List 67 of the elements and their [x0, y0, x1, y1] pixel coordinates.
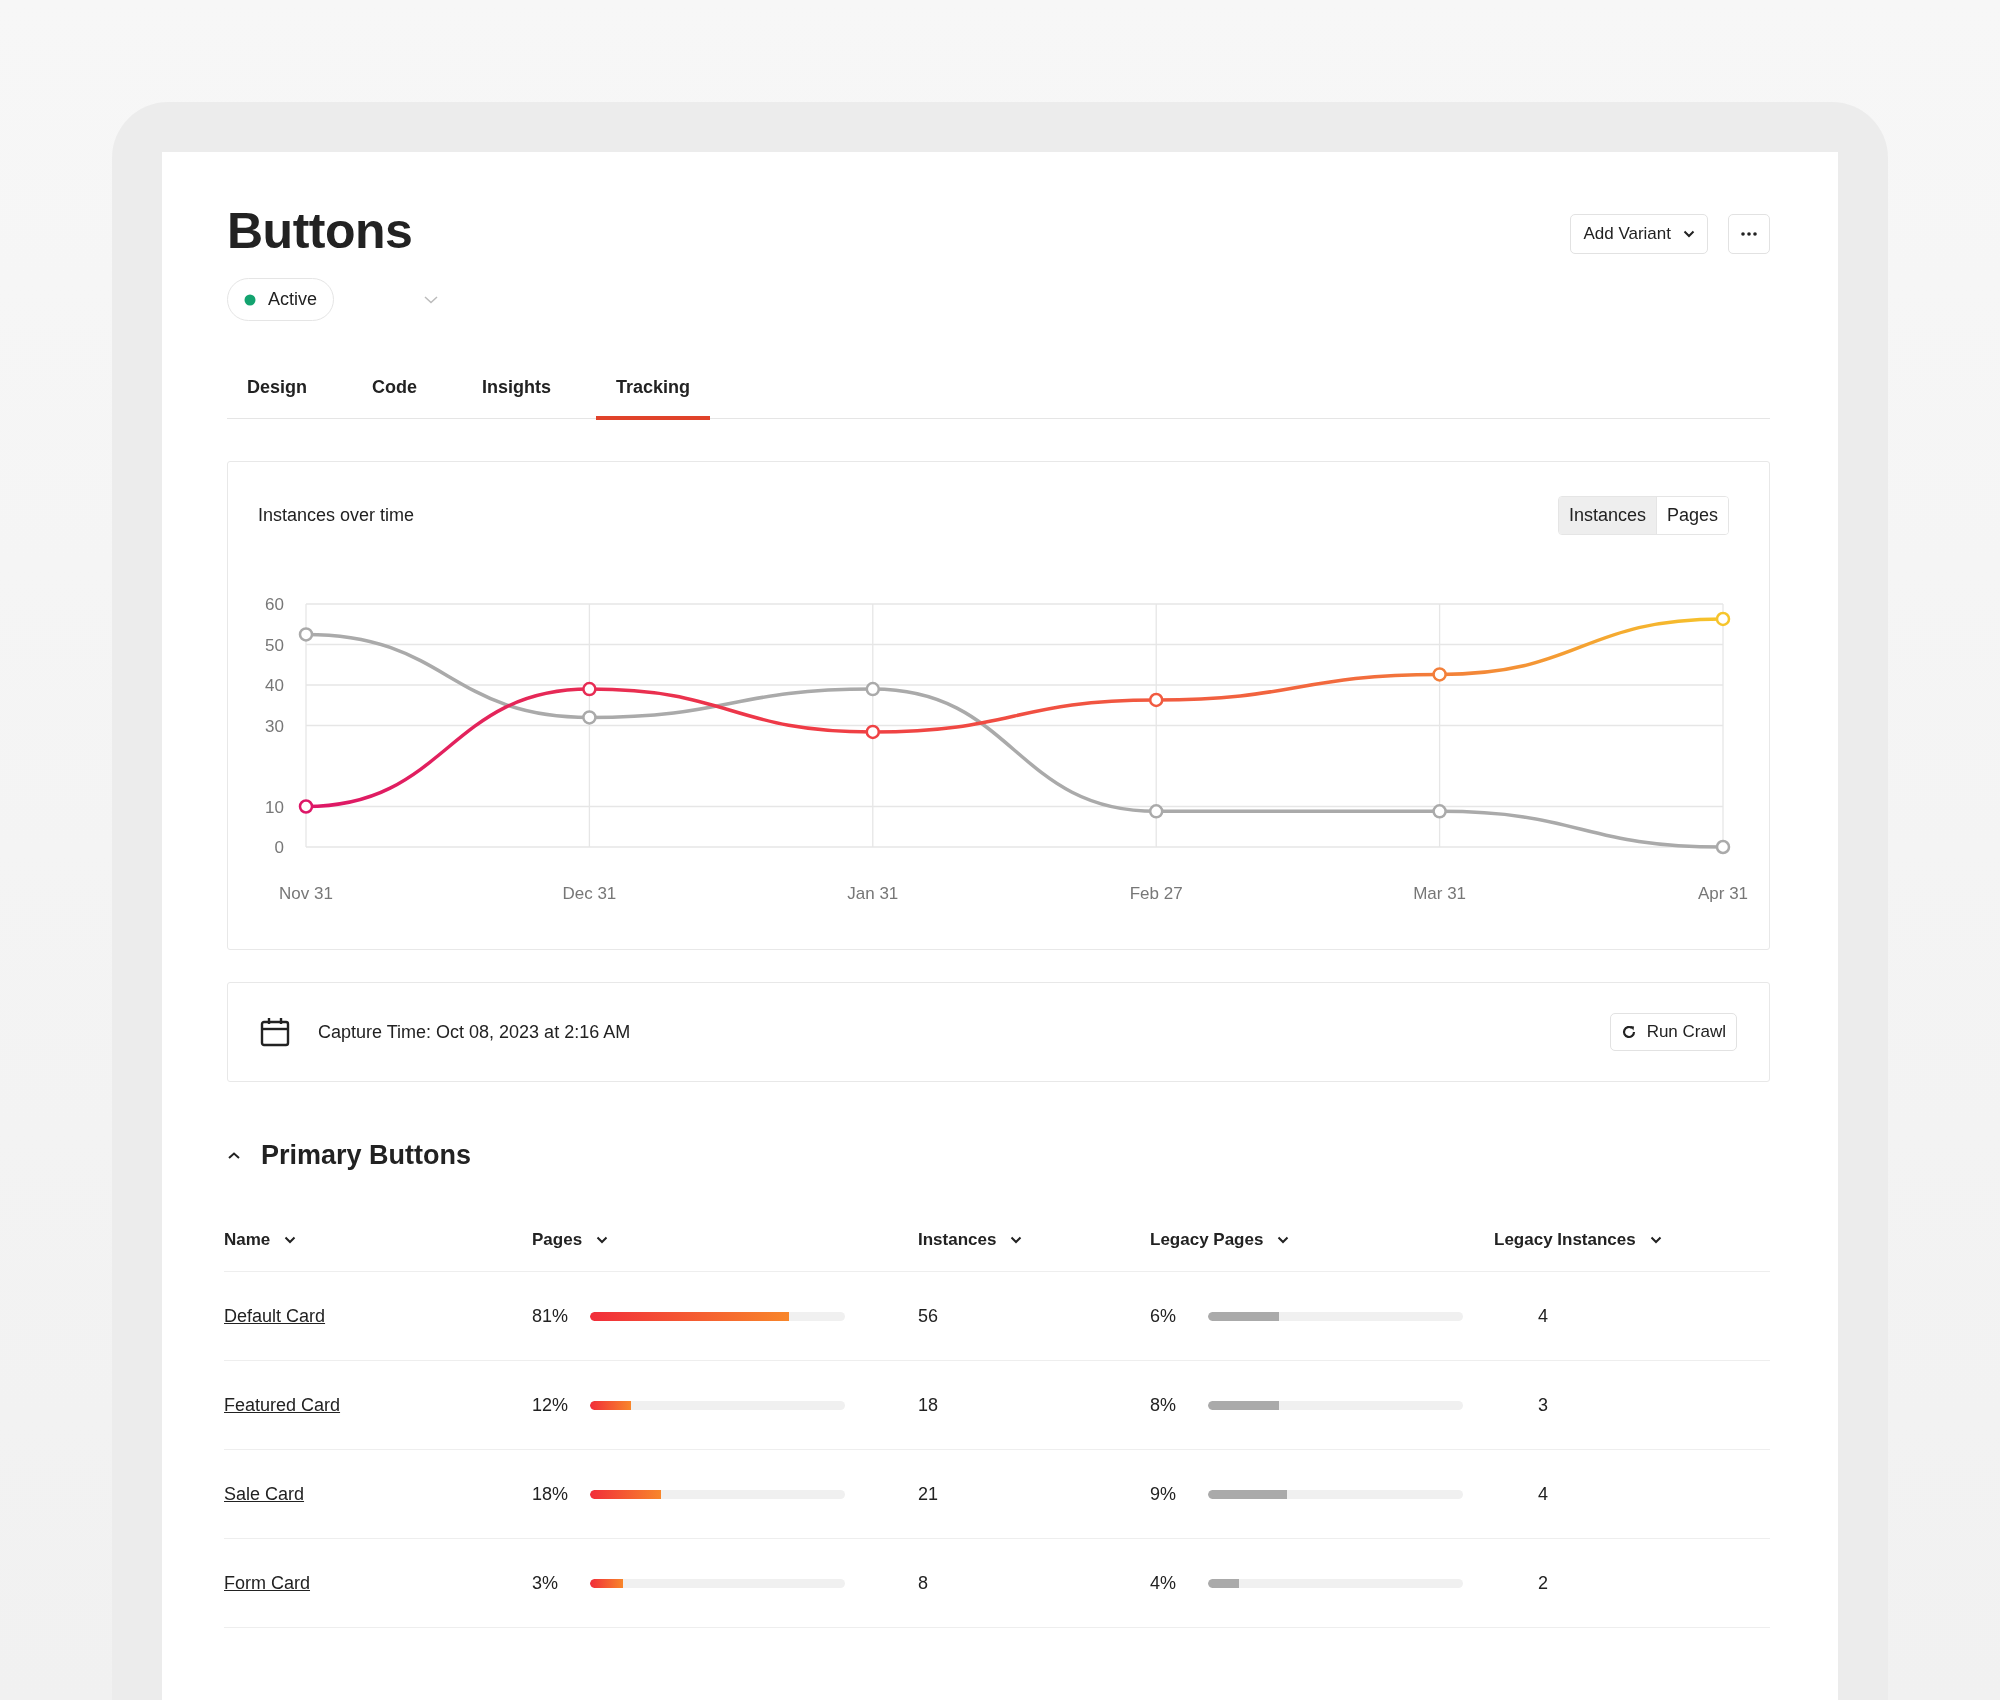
point	[1715, 839, 1731, 855]
column-header[interactable]: Legacy Pages	[1150, 1230, 1494, 1250]
tab[interactable]: Insights	[462, 361, 572, 420]
capture-time: Capture Time: Oct 08, 2023 at 2:16 AM	[318, 1021, 632, 1043]
x-axis-label: Nov 31	[279, 884, 333, 903]
x-axis-label: Apr 31	[1697, 884, 1749, 903]
x-axis-label: Mar 31	[1413, 884, 1467, 903]
percent-value: 4%	[1150, 1572, 1177, 1594]
x-axis-label: Jan 31	[847, 884, 899, 903]
table-cell: 3	[1538, 1394, 1548, 1415]
percent-value: 12%	[532, 1394, 568, 1416]
more-options-button[interactable]	[1728, 214, 1770, 254]
percent-value: 6%	[1150, 1305, 1177, 1327]
chart-title: Instances over time	[258, 505, 415, 526]
component-link[interactable]: Default Card	[224, 1305, 326, 1326]
y-axis-label: 50	[265, 635, 284, 655]
status-dot-icon	[244, 293, 256, 306]
component-link[interactable]: Form Card	[224, 1572, 310, 1593]
percent-value: 9%	[1150, 1483, 1177, 1505]
status-label: Active	[268, 289, 318, 310]
calendar-icon	[260, 1017, 290, 1047]
y-axis-label: 10	[265, 797, 284, 817]
refresh-icon	[1620, 1024, 1637, 1040]
tab[interactable]: Tracking	[596, 361, 711, 420]
column-header[interactable]: Legacy Instances	[1494, 1230, 1770, 1250]
point	[1148, 804, 1164, 819]
y-axis-label: 60	[265, 595, 284, 614]
percent-value: 81%	[532, 1305, 568, 1327]
column-header[interactable]: Pages	[532, 1230, 918, 1250]
chevron-down-icon	[1683, 230, 1695, 238]
percent-value: 3%	[532, 1572, 559, 1594]
y-axis-label: 0	[274, 838, 284, 857]
sort-icon	[1010, 1236, 1023, 1244]
section-title: Primary Buttons	[261, 1140, 472, 1171]
component-link[interactable]: Featured Card	[224, 1394, 341, 1415]
tab[interactable]: Code	[352, 361, 437, 420]
more-icon	[1741, 232, 1757, 236]
component-link[interactable]: Sale Card	[224, 1483, 305, 1504]
percent-value: 8%	[1150, 1394, 1177, 1416]
y-axis-label: 40	[265, 676, 284, 695]
sort-icon	[1277, 1236, 1290, 1244]
chevron-icon[interactable]	[227, 1150, 241, 1161]
x-axis-label: Dec 31	[562, 884, 617, 903]
point	[582, 710, 597, 725]
x-axis-label: Feb 27	[1129, 884, 1183, 903]
toggle-option[interactable]: Instances	[1558, 497, 1657, 534]
page-title: Buttons	[227, 202, 413, 260]
table-cell: 2	[1538, 1572, 1548, 1593]
table-cell: 18	[918, 1394, 939, 1415]
sort-icon	[596, 1236, 609, 1244]
point	[865, 681, 881, 697]
y-axis-label: 30	[265, 716, 284, 736]
sort-icon	[1649, 1236, 1662, 1244]
table-cell: 21	[918, 1483, 939, 1504]
add-variant-button[interactable]: Add Variant	[1570, 214, 1708, 254]
table-cell: 4	[1538, 1483, 1548, 1504]
sort-icon	[284, 1236, 297, 1244]
column-header[interactable]: Name	[224, 1230, 532, 1250]
table-cell: 4	[1538, 1305, 1548, 1326]
run-crawl-button[interactable]: Run Crawl	[1609, 1013, 1737, 1051]
column-header[interactable]: Instances	[918, 1230, 1150, 1250]
table-cell: 8	[918, 1572, 928, 1593]
tab[interactable]: Design	[227, 361, 327, 420]
point	[1432, 804, 1447, 819]
table-cell: 56	[918, 1305, 939, 1326]
point	[298, 627, 314, 642]
percent-value: 18%	[532, 1483, 568, 1505]
